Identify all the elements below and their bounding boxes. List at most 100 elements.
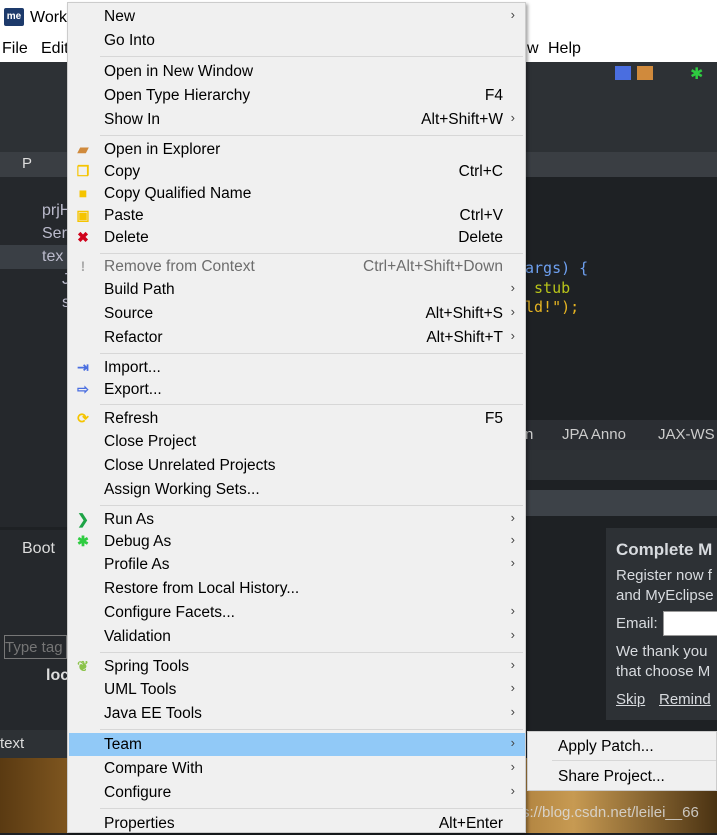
menu-file[interactable]: File bbox=[2, 40, 28, 58]
separator bbox=[100, 353, 523, 354]
menu-item-copy[interactable]: ❐ Copy Ctrl+C bbox=[69, 160, 525, 183]
menu-item-label: Open Type Hierarchy bbox=[104, 87, 251, 104]
tag-filter-input[interactable] bbox=[4, 635, 67, 659]
menu-item-label: Configure Facets... bbox=[104, 604, 235, 621]
email-input[interactable] bbox=[663, 611, 717, 636]
remove-context-icon: ! bbox=[80, 258, 86, 274]
menu-item-build-path[interactable]: Build Path › bbox=[69, 278, 525, 301]
menu-item-label: Spring Tools bbox=[104, 658, 190, 675]
tree-item[interactable]: loc bbox=[46, 667, 69, 685]
folder-open-icon: ▰ bbox=[77, 141, 89, 157]
menu-item-restore-from-local-history[interactable]: Restore from Local History... bbox=[69, 577, 525, 600]
menu-item-spring-tools[interactable]: ❦ Spring Tools › bbox=[69, 655, 525, 678]
tree-item[interactable]: Ser bbox=[42, 225, 67, 243]
status-text: text bbox=[0, 735, 25, 752]
menu-item-refactor[interactable]: Refactor Alt+Shift+T › bbox=[69, 326, 525, 349]
menu-help[interactable]: Help bbox=[548, 40, 581, 58]
menu-item-import[interactable]: ⇥ Import... bbox=[69, 356, 525, 379]
menu-item-apply-patch[interactable]: Apply Patch... bbox=[558, 738, 654, 756]
menu-item-validation[interactable]: Validation › bbox=[69, 625, 525, 648]
view-tab-jaxws[interactable]: JAX-WS bbox=[658, 426, 715, 443]
menu-item-profile-as[interactable]: Profile As › bbox=[69, 553, 525, 576]
register-text: We thank you bbox=[616, 643, 708, 660]
layout-icon[interactable] bbox=[615, 66, 631, 80]
menu-item-debug-as[interactable]: ✱ Debug As › bbox=[69, 530, 525, 553]
menu-item-label: Profile As bbox=[104, 556, 170, 573]
chevron-right-icon: › bbox=[510, 328, 515, 343]
register-text: that choose M bbox=[616, 663, 711, 680]
menu-item-assign-working-sets[interactable]: Assign Working Sets... bbox=[69, 478, 525, 501]
menu-item-compare-with[interactable]: Compare With › bbox=[69, 757, 525, 780]
menu-item-label: Paste bbox=[104, 207, 144, 224]
menu-item-paste[interactable]: ▣ Paste Ctrl+V bbox=[69, 204, 525, 227]
separator bbox=[100, 135, 523, 136]
debug-icon[interactable]: ✱ bbox=[690, 64, 703, 84]
view-tab[interactable]: n bbox=[525, 426, 533, 443]
export-icon: ⇨ bbox=[77, 381, 89, 397]
menu-item-export[interactable]: ⇨ Export... bbox=[69, 378, 525, 401]
menu-item-close-unrelated-projects[interactable]: Close Unrelated Projects bbox=[69, 454, 525, 477]
menu-item-java-ee-tools[interactable]: Java EE Tools › bbox=[69, 702, 525, 725]
code-line: ld!"); bbox=[525, 298, 580, 316]
shortcut-label: F5 bbox=[484, 410, 503, 427]
menu-item-remove-from-context[interactable]: ! Remove from Context Ctrl+Alt+Shift+Down bbox=[69, 255, 525, 278]
menu-item-delete[interactable]: ✖ Delete Delete bbox=[69, 226, 525, 249]
chevron-right-icon: › bbox=[510, 555, 515, 570]
menu-item-label: Copy bbox=[104, 163, 141, 180]
separator bbox=[100, 808, 523, 809]
remind-link[interactable]: Remind bbox=[659, 691, 711, 708]
chevron-right-icon: › bbox=[510, 510, 515, 525]
tree-item[interactable]: tex bbox=[42, 248, 63, 266]
register-text: and MyEclipse bbox=[616, 587, 714, 604]
menu-window[interactable]: w bbox=[527, 40, 539, 58]
menu-item-label: Build Path bbox=[104, 281, 175, 298]
menu-item-configure[interactable]: Configure › bbox=[69, 781, 525, 804]
chevron-right-icon: › bbox=[510, 280, 515, 295]
separator bbox=[100, 56, 523, 57]
copy-icon: ❐ bbox=[76, 163, 90, 179]
menu-item-label: Import... bbox=[104, 359, 161, 376]
menu-item-label: Java EE Tools bbox=[104, 705, 202, 722]
view-tab-jpa[interactable]: JPA Anno bbox=[562, 426, 626, 443]
menu-item-share-project[interactable]: Share Project... bbox=[558, 768, 665, 786]
open-folder-icon[interactable] bbox=[637, 66, 653, 80]
code-editor[interactable]: args) { stub ld!"); bbox=[525, 177, 717, 417]
chevron-right-icon: › bbox=[510, 7, 515, 22]
menu-item-go-into[interactable]: Go Into bbox=[69, 29, 525, 52]
menu-item-new[interactable]: New › bbox=[69, 5, 525, 28]
menu-item-uml-tools[interactable]: UML Tools › bbox=[69, 678, 525, 701]
bug-icon: ✱ bbox=[77, 533, 89, 549]
chevron-right-icon: › bbox=[510, 680, 515, 695]
menu-edit[interactable]: Edit bbox=[41, 40, 69, 58]
menu-item-close-project[interactable]: Close Project bbox=[69, 430, 525, 453]
menu-item-run-as[interactable]: ❯ Run As › bbox=[69, 508, 525, 531]
chevron-right-icon: › bbox=[510, 657, 515, 672]
menu-item-label: Show In bbox=[104, 111, 161, 128]
menu-item-configure-facets[interactable]: Configure Facets... › bbox=[69, 601, 525, 624]
window-title: Work bbox=[30, 9, 68, 26]
shortcut-label: Alt+Shift+T bbox=[426, 329, 503, 346]
shortcut-label: Alt+Shift+S bbox=[425, 305, 503, 322]
menu-item-open-type-hierarchy[interactable]: Open Type Hierarchy F4 bbox=[69, 84, 525, 107]
menu-item-open-in-new-window[interactable]: Open in New Window bbox=[69, 60, 525, 83]
package-explorer-tab[interactable]: P bbox=[22, 155, 32, 172]
register-title: Complete M bbox=[616, 540, 713, 559]
menu-item-team[interactable]: Team › bbox=[69, 733, 525, 756]
menu-item-source[interactable]: Source Alt+Shift+S › bbox=[69, 302, 525, 325]
email-label: Email: bbox=[616, 615, 658, 632]
shortcut-label: Alt+Shift+W bbox=[421, 111, 503, 128]
chevron-right-icon: › bbox=[510, 704, 515, 719]
menu-item-label: Remove from Context bbox=[104, 258, 255, 275]
team-submenu: Apply Patch... Share Project... bbox=[527, 731, 717, 791]
menu-item-copy-qualified-name[interactable]: ■ Copy Qualified Name bbox=[69, 182, 525, 205]
menu-item-label: Copy Qualified Name bbox=[104, 185, 252, 202]
separator bbox=[100, 652, 523, 653]
watermark: https://blog.csdn.net/leilei__66 bbox=[497, 804, 699, 821]
menu-item-properties[interactable]: Properties Alt+Enter bbox=[69, 812, 525, 835]
menu-item-refresh[interactable]: ⟳ Refresh F5 bbox=[69, 407, 525, 430]
skip-link[interactable]: Skip bbox=[616, 691, 645, 708]
menu-item-label: Open in Explorer bbox=[104, 141, 221, 158]
menu-item-open-in-explorer[interactable]: ▰ Open in Explorer bbox=[69, 138, 525, 161]
menu-item-show-in[interactable]: Show In Alt+Shift+W › bbox=[69, 108, 525, 131]
menu-item-label: Run As bbox=[104, 511, 154, 528]
